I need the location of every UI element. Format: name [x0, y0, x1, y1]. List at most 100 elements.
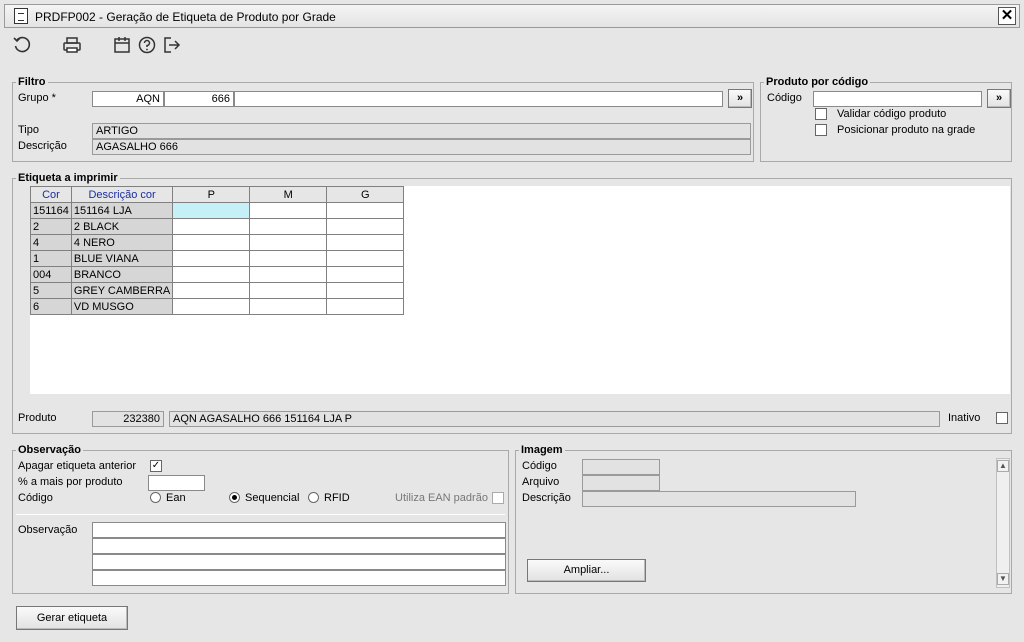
grupo-code-field[interactable]: AQN [92, 91, 164, 107]
scroll-up-icon[interactable]: ▲ [997, 460, 1009, 472]
qty-cell[interactable] [326, 266, 405, 283]
imagem-arquivo-label: Arquivo [522, 476, 560, 488]
qty-cell[interactable] [326, 250, 405, 267]
pct-label: % a mais por produto [18, 476, 123, 488]
qty-cell[interactable] [172, 218, 251, 235]
qty-cell[interactable] [249, 202, 328, 219]
imagem-descricao-label: Descrição [522, 492, 571, 504]
validar-label: Validar código produto [837, 108, 947, 120]
ampliar-button[interactable]: Ampliar... [527, 559, 646, 582]
exit-icon[interactable] [162, 35, 182, 55]
document-icon [14, 8, 28, 24]
produto-codigo-legend: Produto por código [766, 76, 869, 88]
produto-code-field: 232380 [92, 411, 164, 427]
grupo-label: Grupo * [18, 92, 56, 104]
qty-cell[interactable] [172, 298, 251, 315]
utiliza-ean-checkbox[interactable] [492, 492, 504, 504]
pct-field[interactable] [148, 475, 205, 491]
obs-label: Observação [18, 524, 78, 536]
qty-cell[interactable] [249, 218, 328, 235]
cor-cell[interactable]: 5 [30, 282, 72, 299]
print-icon[interactable] [62, 35, 82, 55]
close-button[interactable]: ✕ [998, 7, 1016, 25]
inativo-checkbox[interactable] [996, 412, 1008, 424]
codigo-tipo-label: Código [18, 492, 53, 504]
grid-header-row: Cor Descrição cor P M G [30, 186, 405, 203]
cor-cell[interactable]: 2 [30, 218, 72, 235]
produto-label: Produto [18, 412, 57, 424]
codigo-field[interactable] [813, 91, 982, 107]
imagem-descricao-field [582, 491, 856, 507]
qty-cell[interactable] [172, 202, 251, 219]
obs-line-1[interactable] [92, 522, 506, 538]
posicionar-checkbox[interactable] [815, 124, 827, 136]
descricao-cor-cell[interactable]: 151164 LJA [70, 202, 174, 219]
apagar-checkbox[interactable]: ✓ [150, 460, 162, 472]
qty-cell[interactable] [326, 298, 405, 315]
cor-cell[interactable]: 6 [30, 298, 72, 315]
codigo-label: Código [767, 92, 802, 104]
descricao-label: Descrição [18, 140, 67, 152]
imagem-codigo-label: Código [522, 460, 557, 472]
descricao-cor-cell[interactable]: BRANCO [70, 266, 174, 283]
obs-line-2[interactable] [92, 538, 506, 554]
descricao-cor-cell[interactable]: GREY CAMBERRA [70, 282, 174, 299]
cor-cell[interactable]: 004 [30, 266, 72, 283]
sequencial-label: Sequencial [245, 492, 300, 504]
cor-cell[interactable]: 4 [30, 234, 72, 251]
scroll-down-icon[interactable]: ▼ [997, 573, 1009, 585]
grupo-number-field[interactable]: 666 [164, 91, 234, 107]
column-header-size[interactable]: P [172, 186, 251, 203]
codigo-lookup-button[interactable]: » [987, 89, 1011, 108]
ean-radio[interactable] [150, 492, 161, 503]
column-header-descricao-cor[interactable]: Descrição cor [70, 186, 174, 203]
qty-cell[interactable] [172, 282, 251, 299]
qty-cell[interactable] [249, 234, 328, 251]
qty-cell[interactable] [172, 250, 251, 267]
column-header-cor[interactable]: Cor [30, 186, 72, 203]
help-icon[interactable] [137, 35, 157, 55]
calendar-icon[interactable] [112, 35, 132, 55]
produto-description-field: AQN AGASALHO 666 151164 LJA P [169, 411, 940, 427]
imagem-scrollbar[interactable] [996, 458, 1010, 588]
qty-cell[interactable] [326, 218, 405, 235]
descricao-cor-cell[interactable]: VD MUSGO [70, 298, 174, 315]
table-row: 151164 151164 LJA [30, 202, 405, 219]
qty-cell[interactable] [249, 282, 328, 299]
rfid-radio[interactable] [308, 492, 319, 503]
refresh-icon[interactable] [12, 35, 32, 55]
qty-cell[interactable] [326, 282, 405, 299]
obs-line-4[interactable] [92, 570, 506, 586]
toolbar [4, 29, 1020, 61]
filtro-legend: Filtro [18, 76, 46, 88]
qty-cell[interactable] [326, 234, 405, 251]
cor-cell[interactable]: 1 [30, 250, 72, 267]
sequencial-radio[interactable] [229, 492, 240, 503]
qty-cell[interactable] [172, 266, 251, 283]
inativo-label: Inativo [948, 412, 981, 424]
qty-cell[interactable] [172, 234, 251, 251]
column-header-size[interactable]: M [249, 186, 328, 203]
descricao-field: AGASALHO 666 [92, 139, 751, 155]
window-title: PRDFP002 - Geração de Etiqueta de Produt… [35, 10, 336, 24]
table-row: 5 GREY CAMBERRA [30, 282, 405, 299]
column-header-size[interactable]: G [326, 186, 405, 203]
qty-cell[interactable] [249, 298, 328, 315]
validar-checkbox[interactable] [815, 108, 827, 120]
grupo-lookup-button[interactable]: » [728, 89, 752, 108]
qty-cell[interactable] [249, 266, 328, 283]
etiqueta-legend: Etiqueta a imprimir [18, 172, 118, 184]
apagar-label: Apagar etiqueta anterior [18, 460, 137, 472]
obs-line-3[interactable] [92, 554, 506, 570]
descricao-cor-cell[interactable]: 2 BLACK [70, 218, 174, 235]
tipo-field: ARTIGO [92, 123, 751, 139]
table-row: 1 BLUE VIANA [30, 250, 405, 267]
qty-cell[interactable] [326, 202, 405, 219]
cor-cell[interactable]: 151164 [30, 202, 72, 219]
grupo-description-field[interactable] [234, 91, 723, 107]
close-icon: ✕ [1000, 7, 1014, 24]
qty-cell[interactable] [249, 250, 328, 267]
descricao-cor-cell[interactable]: 4 NERO [70, 234, 174, 251]
gerar-etiqueta-button[interactable]: Gerar etiqueta [16, 606, 128, 630]
descricao-cor-cell[interactable]: BLUE VIANA [70, 250, 174, 267]
